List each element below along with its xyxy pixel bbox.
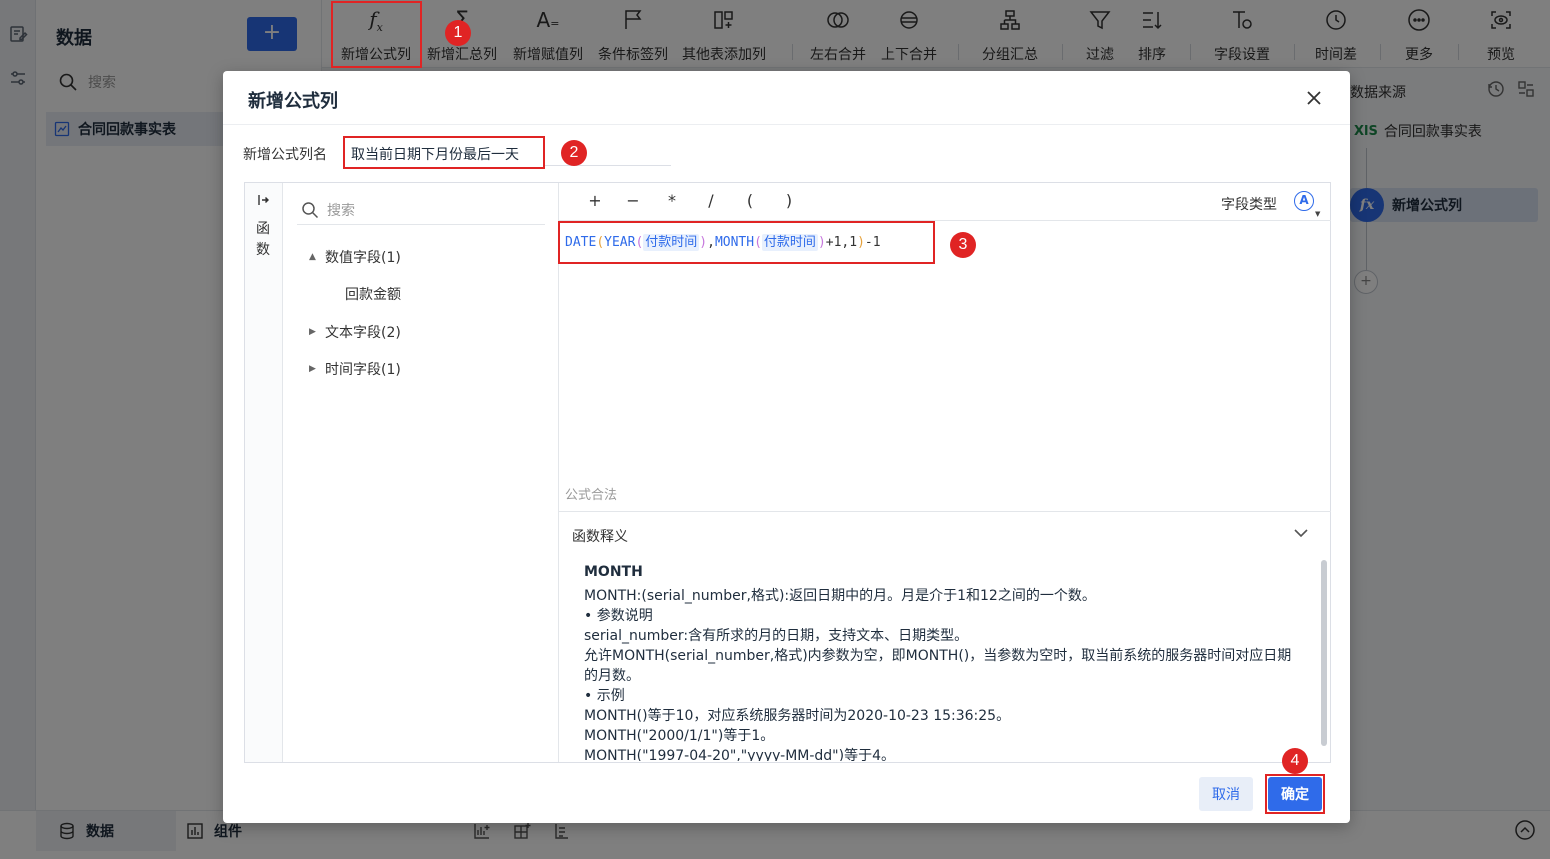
highlight-box	[331, 1, 422, 68]
tree-group-numeric[interactable]: ▲ 数值字段(1)	[309, 247, 401, 267]
caret-right-icon: ▶	[309, 364, 316, 374]
function-rail-label: 函数	[256, 221, 270, 258]
caret-right-icon: ▶	[309, 327, 316, 337]
tree-group-text[interactable]: ▶ 文本字段(2)	[309, 322, 401, 342]
caret-down-icon[interactable]: ▼	[1315, 210, 1320, 218]
chevron-down-icon[interactable]	[1292, 524, 1310, 546]
formula-valid-status: 公式合法	[565, 488, 618, 503]
operator-divide-button[interactable]: /	[701, 191, 721, 210]
field-list-pane: 搜索 ▲ 数值字段(1) 回款金额 ▶ 文本字段(2) ▶ 时间字段(1)	[283, 183, 559, 762]
scrollbar[interactable]	[1321, 560, 1327, 746]
cancel-button[interactable]: 取消	[1199, 777, 1253, 811]
highlight-box	[558, 221, 935, 264]
tree-field-item[interactable]: 回款金额	[345, 284, 401, 304]
divider	[545, 165, 671, 166]
tree-group-label: 文本字段(2)	[325, 325, 401, 341]
operator-multiply-button[interactable]: *	[662, 191, 682, 210]
search-icon	[302, 201, 319, 218]
function-rail[interactable]: 函数	[245, 183, 283, 762]
description-line: • 示例	[584, 688, 625, 704]
formula-pane: + − * / ( ) 字段类型 A ▼ DATE(YEAR(付款时间),MON…	[559, 183, 1331, 762]
field-type-label: 字段类型	[1221, 197, 1277, 213]
description-line: MONTH("2000/1/1")等于1。	[584, 728, 775, 744]
function-name: MONTH	[584, 564, 643, 580]
function-description: 函数释义 MONTH MONTH:(serial_number,格式):返回日期…	[559, 511, 1331, 762]
tree-field-label: 回款金额	[345, 287, 401, 303]
description-line: • 参数说明	[584, 608, 653, 624]
caret-down-icon: ▲	[309, 252, 316, 262]
operator-minus-button[interactable]: −	[623, 191, 643, 210]
highlight-box	[343, 136, 545, 169]
operator-plus-button[interactable]: +	[585, 191, 605, 210]
operator-close-paren-button[interactable]: )	[779, 191, 799, 210]
step-badge: 4	[1282, 748, 1308, 774]
tree-group-label: 时间字段(1)	[325, 362, 401, 378]
step-badge: 2	[561, 140, 587, 166]
tree-group-label: 数值字段(1)	[325, 250, 401, 266]
field-search-placeholder: 搜索	[327, 202, 355, 219]
formula-editor: 函数 搜索 ▲ 数值字段(1) 回款金额 ▶ 文本字段(2) ▶ 时间字段(1)	[244, 182, 1331, 763]
field-type-text-icon[interactable]: A	[1294, 191, 1314, 211]
close-icon[interactable]	[1302, 86, 1326, 110]
step-badge: 1	[445, 20, 471, 46]
dialog-title: 新增公式列	[248, 91, 338, 112]
highlight-box	[1265, 774, 1325, 814]
operator-bar: + − * / ( ) 字段类型 A ▼	[559, 183, 1331, 221]
description-line: MONTH("1997-04-20","yyyy-MM-dd")等于4。	[584, 748, 895, 761]
function-description-title: 函数释义	[572, 529, 628, 545]
divider	[223, 124, 1350, 125]
expand-panel-icon[interactable]	[257, 193, 271, 211]
formula-column-dialog: 新增公式列 新增公式列名 函数 搜索 ▲ 数值字段(1) 回款金额	[223, 71, 1350, 823]
field-search[interactable]: 搜索	[297, 195, 545, 225]
tree-group-time[interactable]: ▶ 时间字段(1)	[309, 359, 401, 379]
description-line: MONTH()等于10，对应系统服务器时间为2020-10-23 15:36:2…	[584, 708, 1011, 724]
description-line: MONTH:(serial_number,格式):返回日期中的月。月是介于1和1…	[584, 588, 1096, 604]
column-name-label: 新增公式列名	[243, 147, 327, 163]
description-line: serial_number:含有所求的月的日期，支持文本、日期类型。	[584, 628, 969, 644]
description-line: 允许MONTH(serial_number,格式)内参数为空，即MONTH()，…	[584, 648, 1292, 684]
step-badge: 3	[950, 232, 976, 258]
function-description-body: MONTH MONTH:(serial_number,格式):返回日期中的月。月…	[584, 562, 1304, 761]
operator-open-paren-button[interactable]: (	[740, 191, 760, 210]
